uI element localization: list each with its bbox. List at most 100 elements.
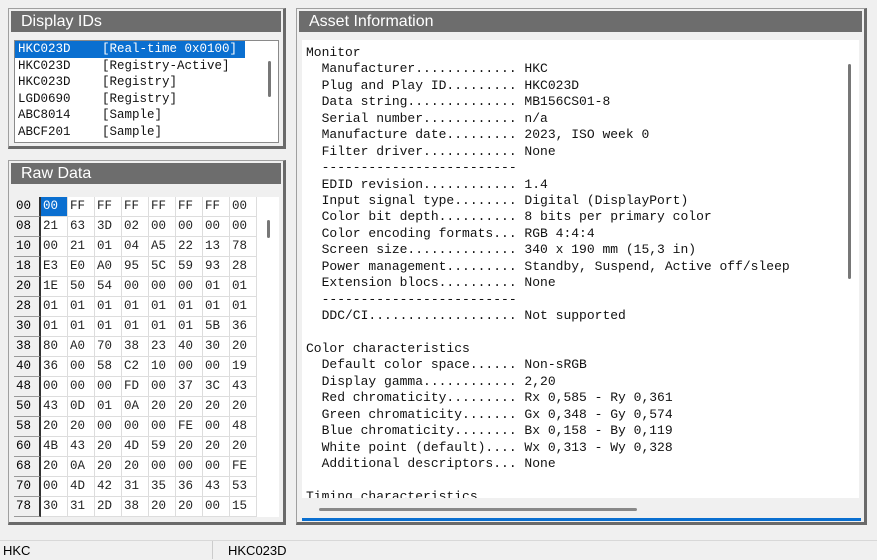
byte-cell[interactable]: 01 <box>68 317 95 337</box>
byte-cell[interactable]: 38 <box>122 337 149 357</box>
byte-cell[interactable]: 02 <box>122 217 149 237</box>
byte-cell[interactable]: 3D <box>95 217 122 237</box>
byte-cell[interactable]: 40 <box>176 337 203 357</box>
display-id-item[interactable]: HKC023D [Registry-Active] <box>15 58 245 75</box>
byte-cell[interactable]: 00 <box>203 417 230 437</box>
byte-cell[interactable]: 53 <box>230 477 257 497</box>
byte-cell[interactable]: 0A <box>68 457 95 477</box>
byte-cell[interactable]: 00 <box>203 217 230 237</box>
byte-cell[interactable]: 01 <box>41 317 68 337</box>
byte-cell[interactable]: 58 <box>95 357 122 377</box>
byte-cell[interactable]: 00 <box>230 197 257 217</box>
byte-cell[interactable]: 0A <box>122 397 149 417</box>
byte-cell[interactable]: 01 <box>122 297 149 317</box>
byte-cell[interactable]: FF <box>95 197 122 217</box>
byte-cell[interactable]: 01 <box>41 297 68 317</box>
byte-cell[interactable]: 20 <box>230 437 257 457</box>
byte-cell[interactable]: 20 <box>176 397 203 417</box>
byte-cell[interactable]: 01 <box>95 237 122 257</box>
byte-cell[interactable]: 43 <box>230 377 257 397</box>
byte-cell[interactable]: 00 <box>41 377 68 397</box>
byte-cell[interactable]: 4D <box>122 437 149 457</box>
byte-cell[interactable]: 95 <box>122 257 149 277</box>
display-id-item[interactable]: ABC8014 [Sample] <box>15 107 245 124</box>
byte-cell[interactable]: 38 <box>122 497 149 517</box>
byte-cell[interactable]: 01 <box>203 297 230 317</box>
byte-cell[interactable]: 13 <box>203 237 230 257</box>
asset-vertical-scrollbar[interactable] <box>848 64 851 279</box>
byte-cell[interactable]: 30 <box>203 337 230 357</box>
asset-horizontal-scrollbar[interactable] <box>319 508 637 511</box>
byte-cell[interactable]: 4D <box>68 477 95 497</box>
byte-cell[interactable]: 01 <box>95 317 122 337</box>
byte-cell[interactable]: 43 <box>68 437 95 457</box>
byte-cell[interactable]: 36 <box>176 477 203 497</box>
byte-cell[interactable]: 54 <box>95 277 122 297</box>
byte-cell[interactable]: 59 <box>149 437 176 457</box>
byte-cell[interactable]: 01 <box>176 317 203 337</box>
byte-cell[interactable]: 48 <box>230 417 257 437</box>
byte-cell[interactable]: 0D <box>68 397 95 417</box>
byte-cell[interactable]: 4B <box>41 437 68 457</box>
byte-cell[interactable]: 21 <box>68 237 95 257</box>
byte-cell[interactable]: 00 <box>176 277 203 297</box>
byte-cell[interactable]: 28 <box>230 257 257 277</box>
byte-cell[interactable]: 20 <box>41 457 68 477</box>
byte-cell[interactable]: 01 <box>122 317 149 337</box>
byte-cell[interactable]: 80 <box>41 337 68 357</box>
byte-cell[interactable]: FF <box>68 197 95 217</box>
display-id-item[interactable]: HKC023D [Real-time 0x0100] <box>15 41 245 58</box>
byte-cell[interactable]: 00 <box>41 237 68 257</box>
byte-cell[interactable]: FF <box>122 197 149 217</box>
byte-cell[interactable]: 20 <box>41 417 68 437</box>
byte-cell[interactable]: 00 <box>68 377 95 397</box>
display-id-item[interactable]: ABCF201 [Sample] <box>15 124 245 141</box>
byte-cell[interactable]: E0 <box>68 257 95 277</box>
byte-cell[interactable]: 01 <box>149 297 176 317</box>
byte-cell[interactable]: FF <box>149 197 176 217</box>
byte-cell[interactable]: 37 <box>176 377 203 397</box>
byte-cell[interactable]: 00 <box>68 357 95 377</box>
byte-cell[interactable]: 36 <box>230 317 257 337</box>
display-ids-list[interactable]: HKC023D [Real-time 0x0100] HKC023D [Registr… <box>14 40 279 143</box>
display-id-item[interactable]: LGD0690 [Registry] <box>15 91 245 108</box>
byte-cell[interactable]: 15 <box>230 497 257 517</box>
byte-cell[interactable]: 01 <box>95 397 122 417</box>
byte-cell[interactable]: 70 <box>95 337 122 357</box>
display-id-item[interactable]: HKC023D [Registry] <box>15 74 245 91</box>
byte-cell[interactable]: FF <box>203 197 230 217</box>
byte-cell[interactable]: 01 <box>230 277 257 297</box>
byte-cell[interactable]: 20 <box>95 457 122 477</box>
byte-cell[interactable]: A5 <box>149 237 176 257</box>
byte-cell[interactable]: 20 <box>95 437 122 457</box>
byte-cell[interactable]: 01 <box>176 297 203 317</box>
byte-cell[interactable]: 00 <box>149 277 176 297</box>
byte-cell[interactable]: 00 <box>203 497 230 517</box>
byte-cell[interactable]: 43 <box>41 397 68 417</box>
byte-cell[interactable]: A0 <box>95 257 122 277</box>
byte-cell[interactable]: 00 <box>41 477 68 497</box>
byte-cell[interactable]: 19 <box>230 357 257 377</box>
byte-cell[interactable]: FE <box>230 457 257 477</box>
byte-cell[interactable]: A0 <box>68 337 95 357</box>
byte-cell[interactable]: 21 <box>41 217 68 237</box>
byte-cell[interactable]: 20 <box>68 417 95 437</box>
byte-cell[interactable]: FF <box>176 197 203 217</box>
byte-cell[interactable]: 5C <box>149 257 176 277</box>
byte-cell[interactable]: 01 <box>230 297 257 317</box>
byte-cell[interactable]: 00 <box>149 217 176 237</box>
byte-cell[interactable]: 36 <box>41 357 68 377</box>
byte-cell[interactable]: 31 <box>122 477 149 497</box>
byte-cell[interactable]: 31 <box>68 497 95 517</box>
byte-cell[interactable]: 00 <box>203 457 230 477</box>
byte-cell[interactable]: 2D <box>95 497 122 517</box>
byte-cell[interactable]: 20 <box>176 497 203 517</box>
byte-cell[interactable]: 01 <box>149 317 176 337</box>
byte-cell[interactable]: 1E <box>41 277 68 297</box>
byte-cell[interactable]: 22 <box>176 237 203 257</box>
byte-cell[interactable]: 20 <box>122 457 149 477</box>
byte-cell[interactable]: 00 <box>149 377 176 397</box>
byte-cell[interactable]: E3 <box>41 257 68 277</box>
byte-cell[interactable]: 20 <box>230 397 257 417</box>
byte-cell[interactable]: 50 <box>68 277 95 297</box>
